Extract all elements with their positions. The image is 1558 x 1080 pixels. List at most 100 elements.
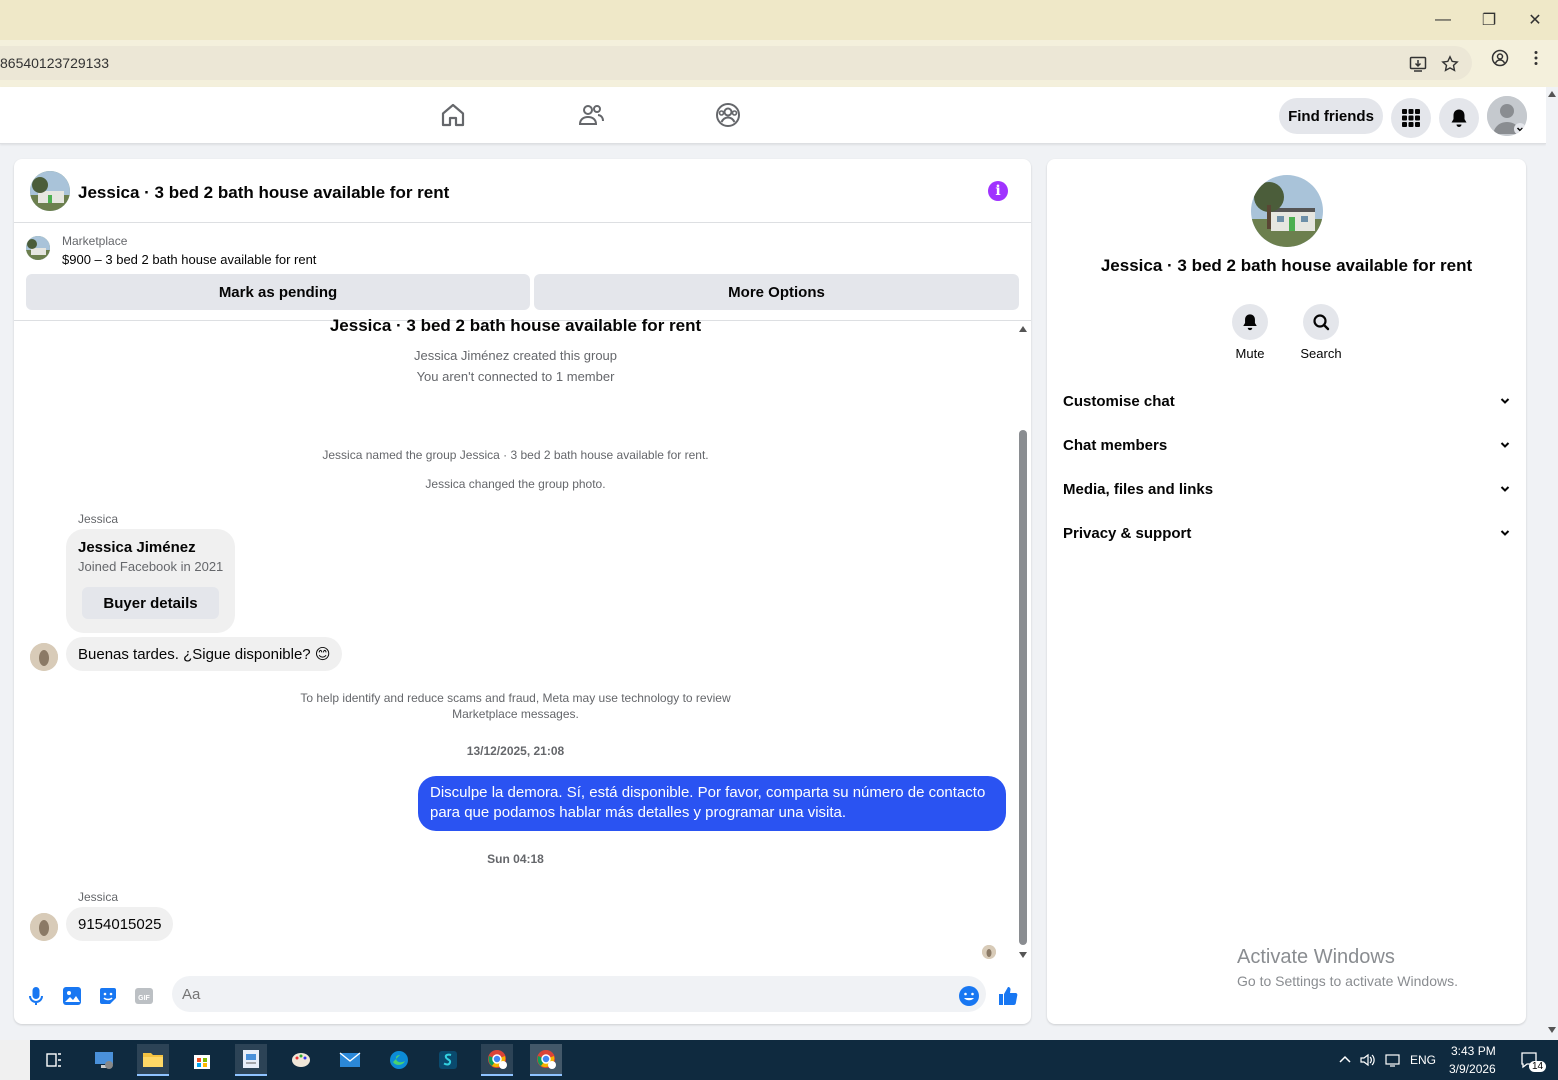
- notifications-button[interactable]: [1439, 98, 1479, 138]
- volume-icon[interactable]: [1358, 1044, 1378, 1076]
- find-friends-button[interactable]: Find friends: [1279, 98, 1383, 134]
- privacy-support-section[interactable]: Privacy & support: [1063, 511, 1510, 555]
- chat-scrollbar[interactable]: [1016, 322, 1028, 962]
- facebook-top-nav: Find friends: [0, 87, 1546, 144]
- minimize-button[interactable]: —: [1431, 8, 1455, 32]
- emoji-icon[interactable]: [958, 985, 980, 1007]
- chat-scroll-thumb[interactable]: [1019, 430, 1027, 945]
- message-list[interactable]: Jessica · 3 bed 2 bath house available f…: [14, 316, 1031, 962]
- seen-receipt-avatar: [982, 945, 996, 959]
- clock-time[interactable]: 3:43 PM: [1451, 1044, 1496, 1058]
- gif-icon[interactable]: GIF: [133, 985, 155, 1007]
- chevron-down-icon: [1500, 486, 1510, 492]
- scam-notice-line-2: Marketplace messages.: [452, 707, 579, 721]
- buyer-name: Jessica Jiménez: [78, 539, 196, 556]
- taskbar-start-area[interactable]: [0, 1040, 30, 1080]
- show-hidden-icons-icon[interactable]: [1336, 1044, 1354, 1076]
- info-icon[interactable]: i: [988, 181, 1008, 201]
- group-photo-large[interactable]: [1251, 175, 1323, 247]
- app-s-icon[interactable]: [432, 1044, 464, 1076]
- network-icon[interactable]: [1383, 1044, 1403, 1076]
- chat-group-photo[interactable]: [30, 171, 70, 211]
- menu-grid-button[interactable]: [1391, 98, 1431, 138]
- group-photo-notice: Jessica changed the group photo.: [425, 477, 606, 491]
- document-viewer-icon[interactable]: [235, 1044, 267, 1076]
- chevron-down-icon: [1500, 530, 1510, 536]
- marketplace-listing-bar: Marketplace $900 – 3 bed 2 bath house av…: [14, 224, 1031, 321]
- profile-icon[interactable]: [1491, 49, 1509, 67]
- page-scrollbar[interactable]: [1546, 87, 1558, 1040]
- home-icon[interactable]: [439, 101, 467, 129]
- bookmark-star-icon[interactable]: [1441, 55, 1459, 73]
- groups-icon[interactable]: [714, 101, 742, 129]
- file-explorer-icon[interactable]: [137, 1044, 169, 1076]
- chat-title[interactable]: Jessica · 3 bed 2 bath house available f…: [78, 183, 449, 203]
- chrome-profile-m-icon[interactable]: [481, 1044, 513, 1076]
- chat-header: Jessica · 3 bed 2 bath house available f…: [14, 159, 1031, 223]
- thumbs-up-icon[interactable]: [997, 985, 1019, 1007]
- timestamp: Sun 04:18: [487, 852, 544, 866]
- message-bubble-outgoing[interactable]: Disculpe la demora. Sí, está disponible.…: [418, 776, 1006, 831]
- grid-icon: [1402, 109, 1420, 127]
- microphone-icon[interactable]: [25, 985, 47, 1007]
- photo-icon[interactable]: [61, 985, 83, 1007]
- message-input[interactable]: [172, 976, 986, 1012]
- sender-avatar[interactable]: [30, 913, 58, 941]
- media-files-links-section[interactable]: Media, files and links: [1063, 467, 1510, 511]
- paint-icon[interactable]: [285, 1044, 317, 1076]
- section-label: Privacy & support: [1063, 524, 1192, 542]
- restore-button[interactable]: ❐: [1477, 8, 1501, 32]
- sender-avatar[interactable]: [30, 643, 58, 671]
- close-button[interactable]: ✕: [1523, 8, 1547, 32]
- listing-price-title[interactable]: $900 – 3 bed 2 bath house available for …: [62, 252, 316, 267]
- chevron-down-icon: [1500, 398, 1510, 404]
- task-view-icon[interactable]: [38, 1044, 70, 1076]
- remote-desktop-icon[interactable]: [88, 1044, 120, 1076]
- mark-as-pending-button[interactable]: Mark as pending: [26, 274, 530, 310]
- bell-icon: [1451, 109, 1467, 127]
- group-created-notice: Jessica Jiménez created this group: [413, 348, 618, 363]
- account-avatar[interactable]: [1487, 96, 1527, 136]
- sender-name: Jessica: [78, 890, 119, 904]
- section-label: Customise chat: [1063, 392, 1175, 410]
- listing-thumbnail[interactable]: [26, 236, 50, 260]
- search-icon: [1313, 314, 1330, 331]
- windows-taskbar: ENG 3:43 PM 3/9/2026 14: [0, 1040, 1558, 1080]
- notification-center-icon[interactable]: 14: [1512, 1044, 1547, 1076]
- clock-date[interactable]: 3/9/2026: [1449, 1062, 1496, 1076]
- marketplace-label: Marketplace: [62, 234, 128, 248]
- timestamp: 13/12/2025, 21:08: [466, 744, 565, 758]
- friends-icon[interactable]: [577, 101, 605, 129]
- not-connected-notice: You aren't connected to 1 member: [416, 369, 615, 384]
- store-icon[interactable]: [186, 1044, 218, 1076]
- chat-panel: Jessica · 3 bed 2 bath house available f…: [14, 159, 1031, 1024]
- chrome-profile-active-icon[interactable]: [530, 1044, 562, 1076]
- panel-title: Jessica · 3 bed 2 bath house available f…: [1100, 256, 1473, 275]
- buyer-joined: Joined Facebook in 2021: [78, 559, 224, 574]
- scam-notice-line-1: To help identify and reduce scams and fr…: [300, 691, 731, 705]
- mail-icon[interactable]: [334, 1044, 366, 1076]
- group-named-notice: Jessica named the group Jessica · 3 bed …: [322, 448, 709, 462]
- chevron-down-icon: [1500, 442, 1510, 448]
- customise-chat-section[interactable]: Customise chat: [1063, 379, 1510, 423]
- sticker-icon[interactable]: [97, 985, 119, 1007]
- search-action[interactable]: Search: [1291, 304, 1351, 361]
- chat-members-section[interactable]: Chat members: [1063, 423, 1510, 467]
- browser-menu-icon[interactable]: [1527, 49, 1545, 67]
- buyer-details-button[interactable]: Buyer details: [82, 587, 219, 619]
- mute-action[interactable]: Mute: [1220, 304, 1280, 361]
- section-label: Media, files and links: [1063, 480, 1214, 498]
- watermark-line-1: Activate Windows: [1237, 946, 1395, 968]
- activate-windows-watermark: Activate Windows Go to Settings to activ…: [1237, 946, 1458, 989]
- edge-browser-icon[interactable]: [383, 1044, 415, 1076]
- address-bar[interactable]: 86540123729133: [0, 46, 1472, 80]
- bell-icon: [1243, 314, 1257, 331]
- group-title: Jessica · 3 bed 2 bath house available f…: [329, 316, 702, 335]
- install-app-icon[interactable]: [1409, 55, 1427, 73]
- more-options-button[interactable]: More Options: [534, 274, 1019, 310]
- browser-toolbar: 86540123729133: [0, 40, 1558, 87]
- message-bubble-incoming[interactable]: Buenas tardes. ¿Sigue disponible? 😊: [66, 637, 343, 671]
- message-bubble-incoming[interactable]: 9154015025: [66, 907, 174, 941]
- language-indicator[interactable]: ENG: [1410, 1053, 1436, 1067]
- browser-titlebar: — ❐ ✕: [0, 0, 1558, 40]
